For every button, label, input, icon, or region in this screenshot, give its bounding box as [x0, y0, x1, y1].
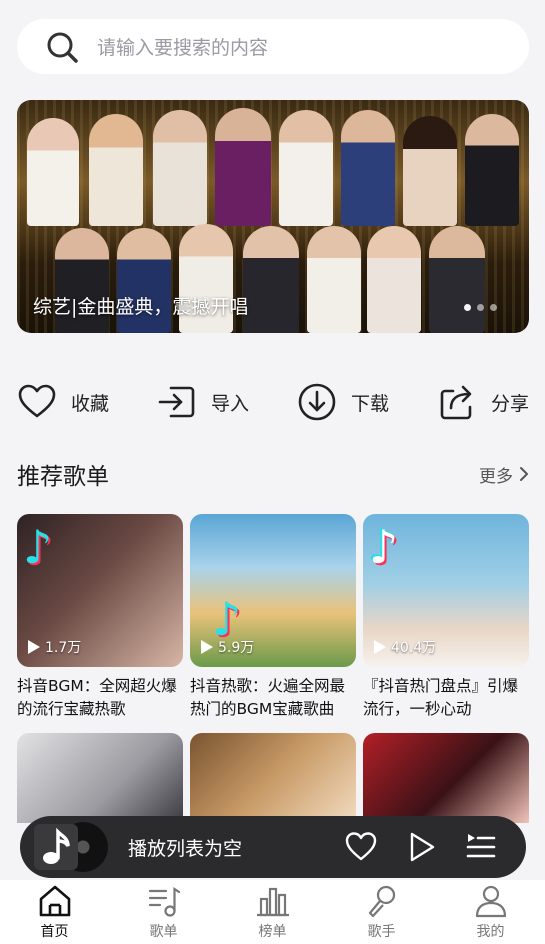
- player-controls: [344, 830, 498, 864]
- share-label: 分享: [490, 392, 529, 415]
- play-icon: [374, 640, 386, 654]
- tab-singers-label: 歌手: [367, 924, 396, 940]
- banner-carousel[interactable]: 综艺|金曲盛典，震撼开唱: [17, 100, 529, 333]
- tab-playlists[interactable]: 歌单: [119, 883, 209, 941]
- playlist-cover: [190, 733, 356, 823]
- now-playing-title: 播放列表为空: [128, 837, 243, 860]
- download-button[interactable]: 下载: [297, 382, 389, 422]
- more-link[interactable]: 更多: [479, 462, 529, 487]
- import-button[interactable]: 导入: [157, 382, 249, 422]
- playlist-title: 『抖音热门盘点』引爆流行，一秒心动: [363, 677, 519, 718]
- play-icon: [28, 640, 40, 654]
- heart-icon: [18, 384, 56, 418]
- pagination-dot[interactable]: [490, 304, 497, 311]
- banner-pagination: [464, 304, 497, 311]
- tab-home-label: 首页: [40, 924, 69, 940]
- banner-figure: [367, 226, 421, 333]
- play-count: 1.7万: [27, 637, 81, 657]
- user-icon: [475, 885, 506, 918]
- tiktok-logo-icon: ♪: [369, 520, 399, 574]
- playlist-icon: [148, 886, 180, 917]
- chevron-right-icon: [520, 467, 528, 481]
- tab-charts[interactable]: 榜单: [228, 883, 318, 941]
- tab-mine[interactable]: 我的: [446, 883, 536, 941]
- now-playing-artwork[interactable]: [20, 816, 108, 878]
- favorite-label: 收藏: [71, 392, 110, 415]
- heart-icon[interactable]: [344, 830, 378, 864]
- section-title: 推荐歌单: [17, 464, 109, 490]
- microphone-icon: [368, 885, 395, 918]
- share-button[interactable]: 分享: [437, 382, 529, 422]
- playlist-card[interactable]: [363, 733, 529, 823]
- banner-figure: [243, 226, 299, 333]
- search-bar[interactable]: 请输入要搜索的内容: [17, 19, 529, 74]
- favorite-button[interactable]: 收藏: [17, 382, 109, 422]
- playlist-cover: [363, 733, 529, 823]
- recommended-playlists-header: 推荐歌单 更多: [17, 456, 529, 492]
- playlist-grid: ♪ 1.7万 抖音BGM：全网超火爆的流行宝藏热歌 ♪ 5.9万 抖音热歌：火遍…: [17, 514, 529, 823]
- search-icon: [47, 32, 78, 63]
- playlist-cover: [17, 733, 183, 823]
- tab-home[interactable]: 首页: [10, 883, 100, 941]
- music-note-icon: [34, 824, 78, 870]
- banner-figure: [279, 110, 333, 226]
- banner-caption: 综艺|金曲盛典，震撼开唱: [33, 296, 249, 318]
- tab-charts-label: 榜单: [258, 924, 287, 940]
- play-count-value: 40.4万: [391, 640, 437, 656]
- chart-icon: [256, 887, 289, 917]
- playlist-title: 抖音热歌：火遍全网最热门的BGM宝藏歌曲: [190, 677, 346, 718]
- download-label: 下载: [350, 392, 389, 415]
- playlist-queue-icon[interactable]: [464, 830, 498, 864]
- pagination-dot[interactable]: [477, 304, 484, 311]
- playlist-card[interactable]: ♪ 40.4万 『抖音热门盘点』引爆流行，一秒心动: [363, 514, 529, 721]
- play-count-value: 1.7万: [45, 640, 82, 656]
- playlist-card[interactable]: [190, 733, 356, 823]
- download-icon: [298, 383, 336, 421]
- tab-singers[interactable]: 歌手: [337, 883, 427, 941]
- banner-figure: [341, 110, 395, 226]
- banner-figure: [307, 226, 361, 333]
- banner-figure: [153, 110, 207, 226]
- import-label: 导入: [210, 392, 249, 415]
- tiktok-logo-icon: ♪: [23, 520, 53, 574]
- play-count-value: 5.9万: [218, 640, 255, 656]
- playlist-cover: ♪ 40.4万: [363, 514, 529, 667]
- mini-player[interactable]: 播放列表为空: [20, 816, 526, 878]
- play-icon[interactable]: [404, 830, 438, 864]
- playlist-cover: ♪ 1.7万: [17, 514, 183, 667]
- playlist-card[interactable]: ♪ 5.9万 抖音热歌：火遍全网最热门的BGM宝藏歌曲: [190, 514, 356, 721]
- playlist-cover: ♪ 5.9万: [190, 514, 356, 667]
- search-placeholder: 请输入要搜索的内容: [97, 37, 269, 59]
- tab-playlists-label: 歌单: [149, 924, 178, 940]
- banner-figure: [89, 114, 143, 226]
- banner-figure: [215, 108, 271, 226]
- bottom-tab-bar: 首页 歌单 榜单 歌手 我的: [0, 880, 545, 944]
- play-icon: [201, 640, 213, 654]
- banner-figure: [27, 118, 79, 226]
- playlist-card[interactable]: [17, 733, 183, 823]
- more-label: 更多: [479, 466, 513, 487]
- banner-figure: [403, 116, 457, 226]
- play-count: 40.4万: [373, 637, 436, 657]
- playlist-card[interactable]: ♪ 1.7万 抖音BGM：全网超火爆的流行宝藏热歌: [17, 514, 183, 721]
- playlist-title: 抖音BGM：全网超火爆的流行宝藏热歌: [17, 677, 177, 718]
- share-icon: [440, 385, 472, 420]
- home-icon: [39, 885, 70, 917]
- banner-figure: [429, 226, 485, 333]
- play-count: 5.9万: [200, 637, 254, 657]
- tab-mine-label: 我的: [476, 924, 505, 940]
- banner-figure: [465, 114, 519, 226]
- quick-actions: 收藏 导入 下载 分享: [17, 376, 529, 428]
- pagination-dot[interactable]: [464, 304, 471, 311]
- import-icon: [158, 386, 195, 418]
